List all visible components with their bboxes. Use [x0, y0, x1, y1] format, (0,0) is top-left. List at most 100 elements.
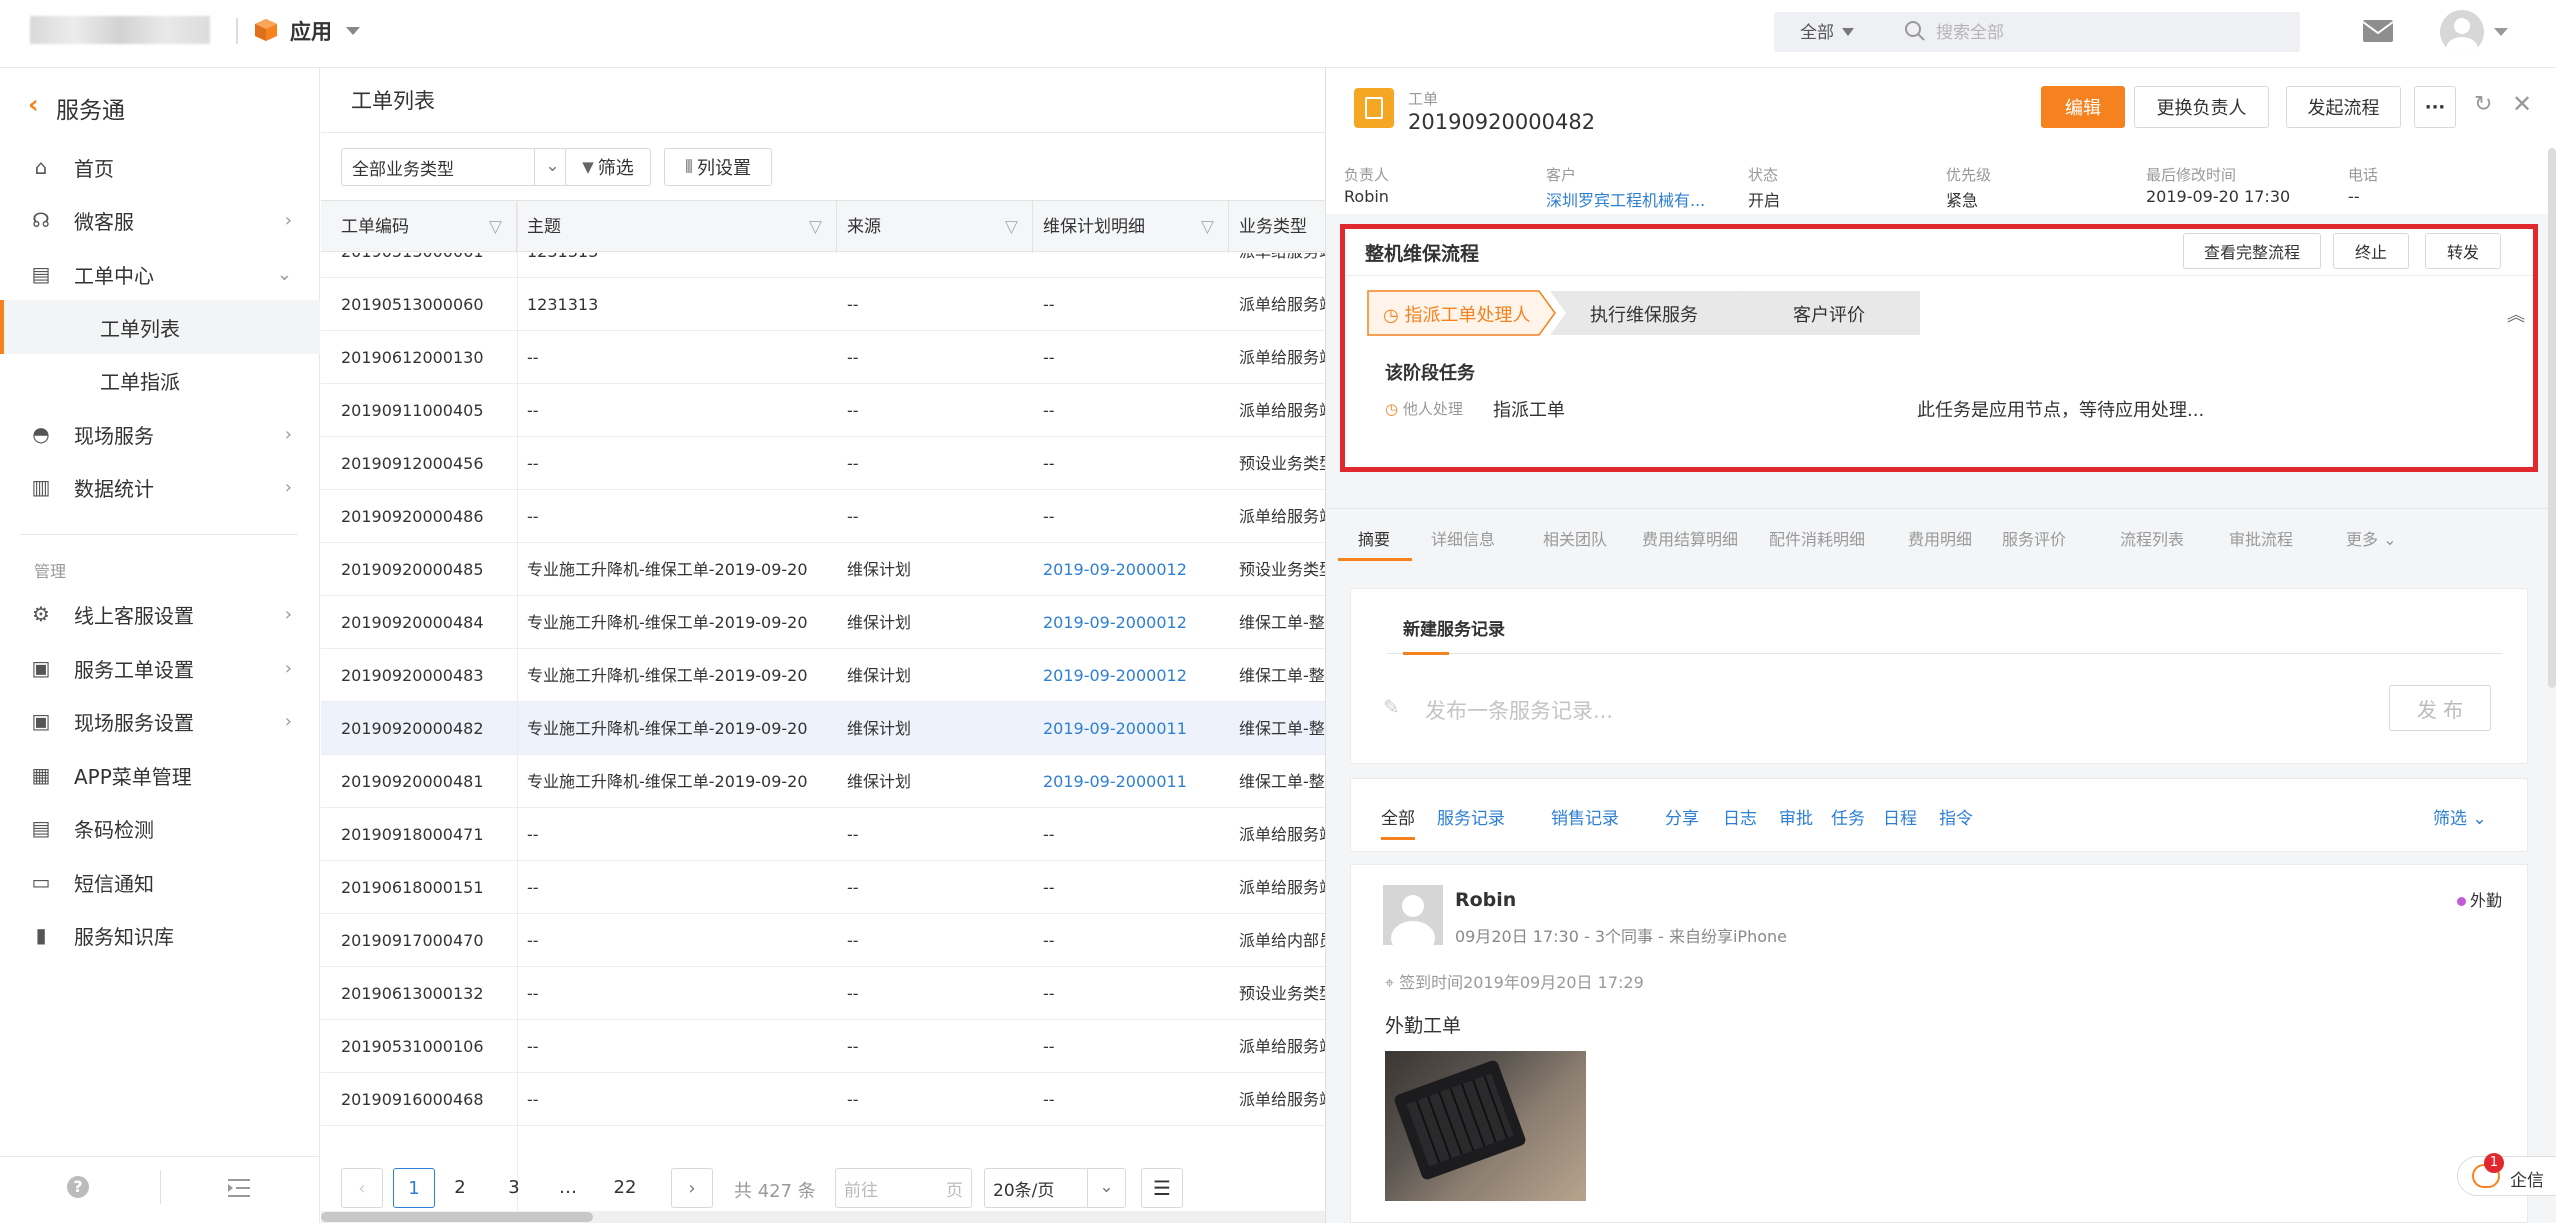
help-icon[interactable]: ?	[67, 1176, 89, 1198]
next-page-button[interactable]: ›	[671, 1168, 713, 1208]
transfer-flow-button[interactable]: 转发	[2425, 233, 2501, 269]
column-filter-icon[interactable]: ▽	[489, 201, 502, 253]
chat-widget[interactable]: 1 企信	[2457, 1153, 2556, 1196]
post-avatar[interactable]	[1383, 885, 1443, 945]
table-row[interactable]: 20190920000485 专业施工升降机-维保工单-2019-09-20 维保计…	[321, 543, 1325, 596]
detail-tab[interactable]: 费用明细	[1908, 526, 1972, 550]
column-header-source[interactable]: 来源 ▽	[837, 201, 1033, 253]
collapse-chevron-icon[interactable]: ︽	[2507, 301, 2525, 327]
feed-filter-item[interactable]: 日志	[1723, 804, 1757, 829]
sidebar-item-ticket-assign[interactable]: 工单指派	[0, 353, 320, 407]
sidebar-item-ticket-center[interactable]: ▤ 工单中心 ⌄	[0, 247, 320, 301]
search-scope-select[interactable]: 全部	[1800, 18, 1834, 43]
column-filter-icon[interactable]: ▽	[1201, 201, 1214, 253]
cell-plan[interactable]: 2019-09-2000011	[1043, 755, 1223, 808]
table-row[interactable]: 20190612000130 -- -- -- 派单给服务站	[321, 331, 1325, 384]
flow-step-active[interactable]: ◷ 指派工单处理人	[1383, 301, 1530, 327]
horizontal-scrollbar[interactable]	[321, 1211, 1325, 1223]
table-row[interactable]: 20190920000484 专业施工升降机-维保工单-2019-09-20 维保计…	[321, 596, 1325, 649]
sidebar-item-barcode[interactable]: ▤ 条码检测	[0, 801, 320, 855]
column-header-code[interactable]: 工单编码 ▽	[321, 201, 517, 253]
table-row[interactable]: 20190618000151 -- -- -- 派单给服务站	[321, 861, 1325, 914]
table-row[interactable]: 20190917000470 -- -- -- 派单给内部员	[321, 914, 1325, 967]
scrollbar-thumb[interactable]	[321, 1212, 593, 1222]
view-full-flow-button[interactable]: 查看完整流程	[2183, 233, 2321, 269]
feed-filter-item[interactable]: 分享	[1665, 804, 1699, 829]
app-title[interactable]: 应用	[290, 16, 332, 46]
detail-tab[interactable]: 更多 ⌄	[2346, 526, 2397, 550]
task-name[interactable]: 指派工单	[1493, 396, 1565, 422]
table-row[interactable]: 20190513000061 1231313 -- -- 派单给服务站	[321, 253, 1325, 278]
mail-icon[interactable]	[2362, 18, 2394, 44]
sidebar-item-app-menu[interactable]: ▦ APP菜单管理	[0, 748, 320, 802]
feed-filter-item[interactable]: 销售记录	[1551, 804, 1619, 829]
sidebar-item-statistics[interactable]: ▥ 数据统计 ›	[0, 460, 320, 514]
post-photo[interactable]	[1385, 1051, 1586, 1201]
user-avatar[interactable]	[2440, 10, 2484, 54]
edit-button[interactable]: 编辑	[2041, 86, 2125, 128]
sidebar-item-knowledge[interactable]: ▮ 服务知识库	[0, 908, 320, 962]
page-button[interactable]: 2	[439, 1168, 481, 1208]
detail-tab[interactable]: 配件消耗明细	[1769, 526, 1865, 550]
page-button[interactable]: 1	[393, 1168, 435, 1208]
table-row[interactable]: 20190613000132 -- -- -- 预设业务类型	[321, 967, 1325, 1020]
sidebar-item-field-settings[interactable]: ▣ 现场服务设置 ›	[0, 694, 320, 748]
back-chevron-icon[interactable]: ‹	[28, 90, 39, 120]
detail-tab[interactable]: 相关团队	[1543, 526, 1607, 550]
feed-filter-item[interactable]: 审批	[1779, 804, 1813, 829]
app-dropdown-icon[interactable]	[346, 27, 360, 35]
start-flow-button[interactable]: 发起流程	[2286, 86, 2401, 128]
list-density-button[interactable]: ☰	[1141, 1168, 1183, 1208]
column-filter-icon[interactable]: ▽	[1005, 201, 1018, 253]
post-author[interactable]: Robin	[1455, 889, 1516, 911]
table-row[interactable]: 20190920000482 专业施工升降机-维保工单-2019-09-20 维保计…	[321, 702, 1325, 755]
feed-filter-item[interactable]: 服务记录	[1437, 804, 1505, 829]
detail-tab[interactable]: 详细信息	[1431, 526, 1495, 550]
detail-tab[interactable]: 流程列表	[2120, 526, 2184, 550]
column-header-type[interactable]: 业务类型	[1229, 201, 1325, 253]
detail-tab[interactable]: 摘要	[1358, 526, 1390, 550]
feed-filter-item[interactable]: 任务	[1831, 804, 1865, 829]
column-header-plan[interactable]: 维保计划明细 ▽	[1033, 201, 1229, 253]
refresh-icon[interactable]: ↻	[2474, 92, 2492, 117]
sidebar-item-home[interactable]: ⌂ 首页	[0, 140, 320, 194]
change-owner-button[interactable]: 更换负责人	[2134, 86, 2269, 128]
sidebar-item-sms[interactable]: ▭ 短信通知	[0, 855, 320, 909]
sidebar-item-field-service[interactable]: ◓ 现场服务 ›	[0, 407, 320, 461]
publish-button[interactable]: 发 布	[2389, 685, 2491, 731]
more-actions-button[interactable]: ···	[2414, 86, 2456, 128]
table-row[interactable]: 20190920000483 专业施工升降机-维保工单-2019-09-20 维保计…	[321, 649, 1325, 702]
table-row[interactable]: 20190920000486 -- -- -- 派单给服务站	[321, 490, 1325, 543]
column-filter-icon[interactable]: ▽	[809, 201, 822, 253]
feed-filter-item[interactable]: 指令	[1939, 804, 1973, 829]
detail-tab[interactable]: 费用结算明细	[1642, 526, 1738, 550]
table-row[interactable]: 20190531000106 -- -- -- 派单给服务站	[321, 1020, 1325, 1073]
customer-link[interactable]: 深圳罗宾工程机械有...	[1546, 187, 1705, 211]
page-ellipsis[interactable]: …	[547, 1168, 589, 1208]
sidebar-item-ticket-settings[interactable]: ▣ 服务工单设置 ›	[0, 641, 320, 695]
vertical-scrollbar[interactable]	[2548, 148, 2556, 688]
detail-tab[interactable]: 审批流程	[2229, 526, 2293, 550]
table-row[interactable]: 20190513000060 1231313 -- -- 派单给服务站	[321, 278, 1325, 331]
business-type-select[interactable]: 全部业务类型 ⌄	[341, 148, 571, 186]
page-button[interactable]: 22	[604, 1168, 646, 1208]
collapse-menu-icon[interactable]	[228, 1178, 250, 1198]
flow-step[interactable]: 执行维保服务	[1590, 301, 1698, 327]
sidebar-item-ticket-list[interactable]: 工单列表	[0, 300, 320, 354]
search-input[interactable]: 搜索全部	[1936, 18, 2004, 43]
sidebar-item-online-cs-settings[interactable]: ⚙ 线上客服设置 ›	[0, 587, 320, 641]
close-icon[interactable]: ✕	[2512, 90, 2532, 118]
column-header-subject[interactable]: 主题 ▽	[517, 201, 837, 253]
table-row[interactable]: 20190918000471 -- -- -- 派单给服务站	[321, 808, 1325, 861]
feed-filter-item[interactable]: 日程	[1883, 804, 1917, 829]
table-row[interactable]: 20190916000468 -- -- -- 派单给服务站	[321, 1073, 1325, 1126]
cell-plan[interactable]: 2019-09-2000012	[1043, 543, 1223, 596]
user-menu-chevron-down-icon[interactable]	[2494, 28, 2508, 36]
detail-tab[interactable]: 服务评价	[2002, 526, 2066, 550]
goto-page-input[interactable]: 前往 页	[835, 1168, 972, 1208]
filter-button[interactable]: ▼ 筛选	[565, 148, 651, 186]
cell-plan[interactable]: 2019-09-2000012	[1043, 649, 1223, 702]
scope-chevron-down-icon[interactable]	[1842, 28, 1854, 36]
sidebar-item-micro-service[interactable]: ☊ 微客服 ›	[0, 193, 320, 247]
feed-filter-item[interactable]: 全部	[1381, 804, 1415, 829]
